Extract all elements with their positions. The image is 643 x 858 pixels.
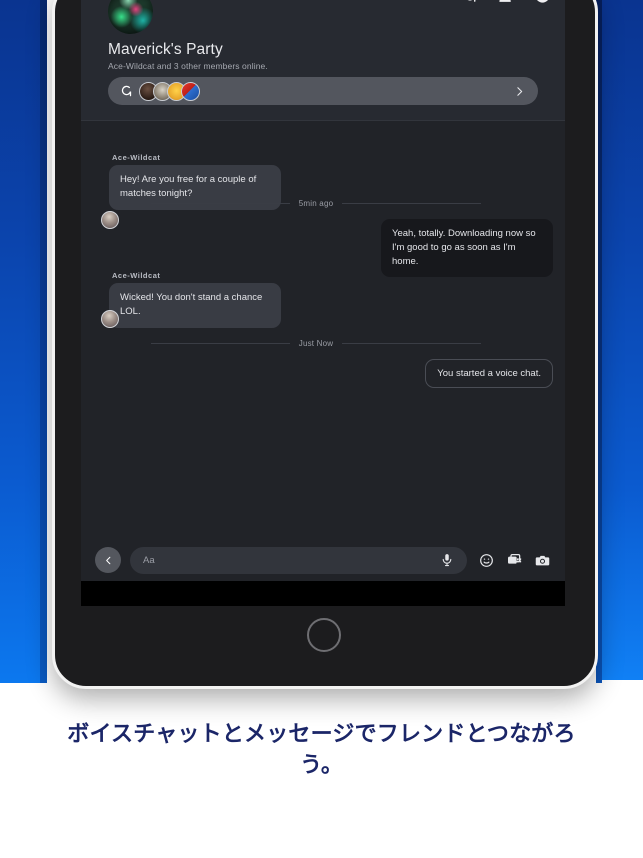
sticker-icon[interactable]: [506, 552, 523, 569]
voice-chat-notice: You started a voice chat.: [425, 359, 553, 389]
blue-gradient-panel-left: [0, 0, 45, 690]
divider-line: [151, 343, 290, 344]
home-button[interactable]: [307, 618, 341, 652]
camera-icon[interactable]: [534, 552, 551, 569]
message-bubble[interactable]: Yeah, totally. Downloading now so I'm go…: [381, 219, 553, 278]
message-sender: Ace-Wildcat: [112, 271, 161, 280]
add-member-icon[interactable]: [497, 0, 516, 5]
timestamp-divider: 5min ago: [151, 199, 482, 208]
divider-line: [342, 203, 482, 204]
message-bubble[interactable]: You started a voice chat.: [425, 359, 553, 389]
timestamp-label: 5min ago: [298, 199, 334, 208]
avatar: [101, 211, 119, 229]
tablet-device-frame: Maverick's Party Ace-Wildcat and 3 other…: [52, 0, 598, 689]
voice-chat-icon[interactable]: [461, 0, 480, 5]
microphone-icon[interactable]: [438, 552, 455, 569]
party-avatar[interactable]: [108, 0, 153, 34]
party-subtitle: Ace-Wildcat and 3 other members online.: [108, 61, 268, 71]
party-members-bar[interactable]: [108, 77, 538, 105]
message-sender: Ace-Wildcat: [112, 153, 161, 162]
voice-chat-icon: [116, 84, 138, 98]
message-bubble[interactable]: Wicked! You don't stand a chance LOL.: [109, 283, 281, 328]
avatar: [101, 310, 119, 328]
party-title: Maverick's Party: [108, 41, 223, 58]
tablet-screen: Maverick's Party Ace-Wildcat and 3 other…: [81, 0, 565, 606]
info-icon[interactable]: [533, 0, 552, 5]
input-placeholder: Aa: [143, 554, 155, 566]
emoji-icon[interactable]: [478, 552, 495, 569]
chevron-right-icon[interactable]: [513, 85, 526, 98]
back-button[interactable]: [95, 547, 121, 573]
timestamp-divider: Just Now: [151, 339, 481, 348]
divider-line: [342, 343, 481, 344]
blue-gradient-panel-right: [600, 0, 643, 680]
timestamp-label: Just Now: [298, 339, 334, 348]
caption-text: ボイスチャットとメッセージでフレンドとつながろう。: [67, 721, 576, 778]
message-outgoing: Yeah, totally. Downloading now so I'm go…: [381, 219, 553, 278]
member-avatar: [181, 81, 200, 101]
message-input[interactable]: Aa: [130, 546, 467, 574]
message-incoming: Ace-Wildcat Wicked! You don't stand a ch…: [109, 271, 281, 328]
chat-header: Maverick's Party Ace-Wildcat and 3 other…: [81, 0, 565, 121]
message-composer: Aa: [81, 539, 565, 581]
party-member-avatars: [139, 81, 200, 101]
screen-bottom-bar: [81, 581, 565, 606]
message-list: Ace-Wildcat Hey! Are you free for a coup…: [81, 121, 565, 571]
divider-line: [151, 203, 290, 204]
header-icon-group: [461, 0, 552, 5]
blue-gradient-edge-left: [40, 0, 47, 700]
